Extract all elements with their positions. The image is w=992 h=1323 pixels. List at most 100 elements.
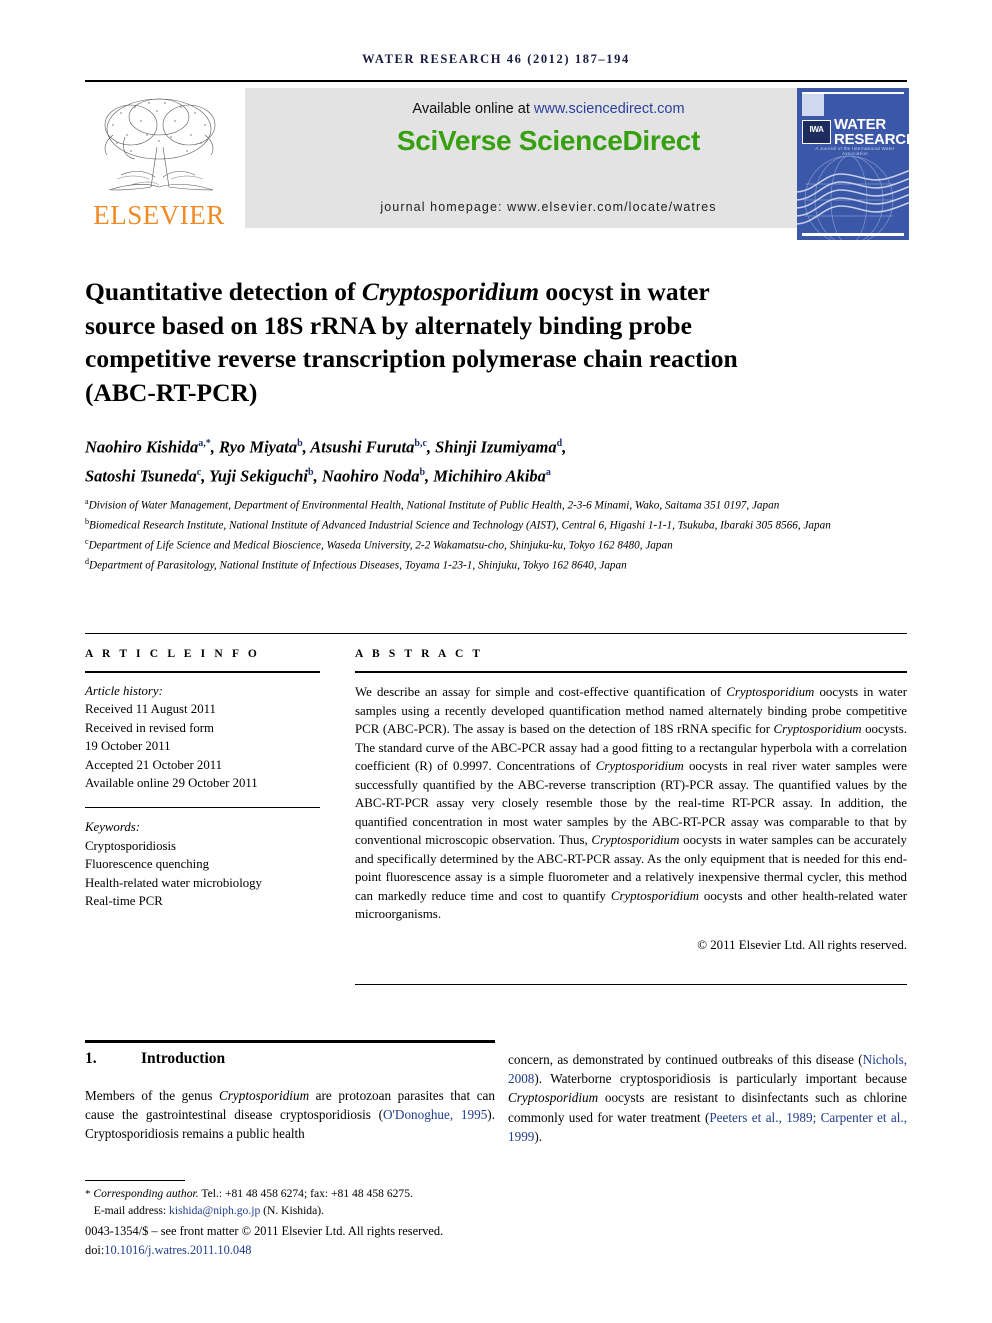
keyword-item[interactable]: Fluorescence quenching xyxy=(85,855,335,873)
iwa-label: IWA xyxy=(809,125,824,134)
section-heading-introduction: 1. Introduction xyxy=(85,1050,495,1068)
email-label: E-mail address: xyxy=(93,1203,170,1217)
title-part-5: (ABC-RT-PCR) xyxy=(85,377,258,407)
title-part-2: oocyst in water xyxy=(539,277,710,307)
author-affil-mark: b xyxy=(419,466,426,478)
affiliation-text: Department of Life Science and Medical B… xyxy=(88,539,673,552)
author-name[interactable]: Ryo Miyata xyxy=(219,438,297,457)
info-section-top-rule xyxy=(85,633,907,634)
cover-bottom-rule xyxy=(802,233,904,236)
masthead: ELSEVIER Available online at www.science… xyxy=(85,88,909,240)
abstract-rule xyxy=(355,671,907,673)
doi-line: doi:10.1016/j.watres.2011.10.048 xyxy=(85,1241,555,1260)
abstract-species: Cryptosporidium xyxy=(610,888,699,903)
cover-elsevier-mark xyxy=(802,94,824,116)
history-item: Accepted 21 October 2011 xyxy=(85,757,223,772)
affiliation-item: cDepartment of Life Science and Medical … xyxy=(85,534,920,554)
keywords-block: Keywords: Cryptosporidiosis Fluorescence… xyxy=(85,818,335,910)
keywords-label: Keywords: xyxy=(85,820,140,835)
abstract-species: Cryptosporidium xyxy=(726,685,815,699)
affiliation-text: Department of Parasitology, National Ins… xyxy=(89,559,627,572)
keyword-item[interactable]: Cryptosporidiosis xyxy=(85,837,335,855)
email-link[interactable]: kishida@niph.go.jp xyxy=(169,1204,260,1217)
affiliation-item: bBiomedical Research Institute, National… xyxy=(85,514,920,534)
citation-link[interactable]: O'Donoghue, 1995 xyxy=(383,1107,487,1122)
author-name[interactable]: Shinji Izumiyama xyxy=(435,438,557,457)
author-name[interactable]: Yuji Sekiguchi xyxy=(209,466,308,485)
journal-article-page: WATER RESEARCH 46 (2012) 187–194 ELSEVIE… xyxy=(0,0,992,1323)
affiliation-item: dDepartment of Parasitology, National In… xyxy=(85,554,920,574)
page-title: Quantitative detection of Cryptosporidiu… xyxy=(85,275,915,409)
corresponding-author-label: Corresponding author. xyxy=(93,1187,199,1200)
sciverse-sciencedirect-logo[interactable]: SciVerse ScienceDirect xyxy=(245,125,852,157)
author-name[interactable]: Atsushi Furuta xyxy=(310,438,414,457)
abstract-species: Cryptosporidium xyxy=(773,722,862,736)
water-research-cover-image: IWA WATER RESEARCH A Journal of the Inte… xyxy=(797,88,909,240)
article-info-rule xyxy=(85,671,320,673)
elsevier-logo: ELSEVIER xyxy=(85,88,233,240)
author-affil-mark: c xyxy=(196,466,202,478)
running-head: WATER RESEARCH 46 (2012) 187–194 xyxy=(362,52,630,66)
doi-label: doi: xyxy=(85,1242,105,1257)
author-name[interactable]: Naohiro Kishida xyxy=(85,438,198,457)
available-online-line: Available online at www.sciencedirect.co… xyxy=(245,101,852,117)
header-rule xyxy=(85,80,907,82)
history-item: Available online 29 October 2011 xyxy=(85,776,258,791)
body-section-rule xyxy=(85,1040,495,1043)
available-online-text: Available online at xyxy=(412,101,534,117)
sciencedirect-banner: Available online at www.sciencedirect.co… xyxy=(245,88,852,228)
corresponding-author-note: * Corresponding author. Tel.: +81 48 458… xyxy=(85,1186,515,1219)
body-seg: ). xyxy=(534,1128,543,1144)
history-item: 19 October 2011 xyxy=(85,739,171,754)
cover-strapline: A Journal of the International Water Ass… xyxy=(815,146,895,156)
author-name[interactable]: Michihiro Akiba xyxy=(433,466,546,485)
elsevier-wordmark: ELSEVIER xyxy=(93,200,225,230)
abstract-species: Cryptosporidium xyxy=(595,759,684,773)
author-affil-mark: b xyxy=(308,466,314,478)
copyright-line: © 2011 Elsevier Ltd. All rights reserved… xyxy=(697,937,907,952)
affiliation-text: Division of Water Management, Department… xyxy=(88,499,780,512)
article-history-label: Article history: xyxy=(85,684,163,698)
abstract-text: We describe an assay for simple and cost… xyxy=(355,683,907,924)
elsevier-tree-icon xyxy=(91,91,227,201)
article-history-block: Article history: Received 11 August 2011… xyxy=(85,682,335,792)
author-affil-mark: b xyxy=(297,438,303,449)
keywords-rule xyxy=(85,807,320,809)
sciencedirect-link[interactable]: www.sciencedirect.com xyxy=(534,101,685,117)
doi-link[interactable]: 10.1016/j.watres.2011.10.048 xyxy=(104,1243,251,1257)
author-affil-mark: a,* xyxy=(198,438,211,449)
title-part-4: competitive reverse transcription polyme… xyxy=(85,344,738,374)
body-seg: concern, as demonstrated by continued ou… xyxy=(508,1052,863,1067)
keyword-item[interactable]: Real-time PCR xyxy=(85,892,335,910)
body-species: Cryptosporidium xyxy=(508,1090,599,1106)
front-matter-line: 0043-1354/$ – see front matter © 2011 El… xyxy=(85,1224,444,1238)
abstract-column: A B S T R A C T We describe an assay for… xyxy=(355,648,907,953)
section-number: 1. xyxy=(85,1050,97,1067)
author-name[interactable]: Naohiro Noda xyxy=(322,466,420,485)
body-seg: Members of the genus xyxy=(85,1088,219,1103)
keyword-item[interactable]: Health-related water microbiology xyxy=(85,874,335,892)
author-affil-mark: b,c xyxy=(414,438,427,449)
affiliation-item: aDivision of Water Management, Departmen… xyxy=(85,494,920,514)
author-affil-mark: a xyxy=(545,466,551,478)
title-part-3: source based on 18S rRNA by alternately … xyxy=(85,310,692,340)
section-title: Introduction xyxy=(141,1050,226,1067)
footnote-rule xyxy=(85,1180,185,1181)
author-affil-mark: d xyxy=(556,438,563,449)
body-column-right: concern, as demonstrated by continued ou… xyxy=(508,1050,907,1146)
cover-journal-title: WATER RESEARCH xyxy=(834,117,909,147)
footnote-marker: * xyxy=(85,1188,91,1200)
affiliation-list: aDivision of Water Management, Departmen… xyxy=(85,494,920,574)
abstract-heading: A B S T R A C T xyxy=(355,648,484,660)
affiliation-text: Biomedical Research Institute, National … xyxy=(89,519,831,532)
body-seg: ). Waterborne cryptosporidiosis is parti… xyxy=(534,1071,907,1087)
author-list: Naohiro Kishidaa,*, Ryo Miyatab, Atsushi… xyxy=(85,437,567,486)
abstract-species: Cryptosporidium xyxy=(591,833,680,847)
article-info-column: A R T I C L E I N F O Article history: R… xyxy=(85,648,335,910)
history-item: Received 11 August 2011 xyxy=(85,702,216,717)
author-name[interactable]: Satoshi Tsuneda xyxy=(85,466,197,485)
corresponding-author-contact: Tel.: +81 48 458 6274; fax: +81 48 458 6… xyxy=(198,1187,413,1200)
body-species: Cryptosporidium xyxy=(218,1088,310,1103)
title-part-1: Quantitative detection of xyxy=(85,277,362,307)
journal-homepage-line[interactable]: journal homepage: www.elsevier.com/locat… xyxy=(245,200,852,214)
